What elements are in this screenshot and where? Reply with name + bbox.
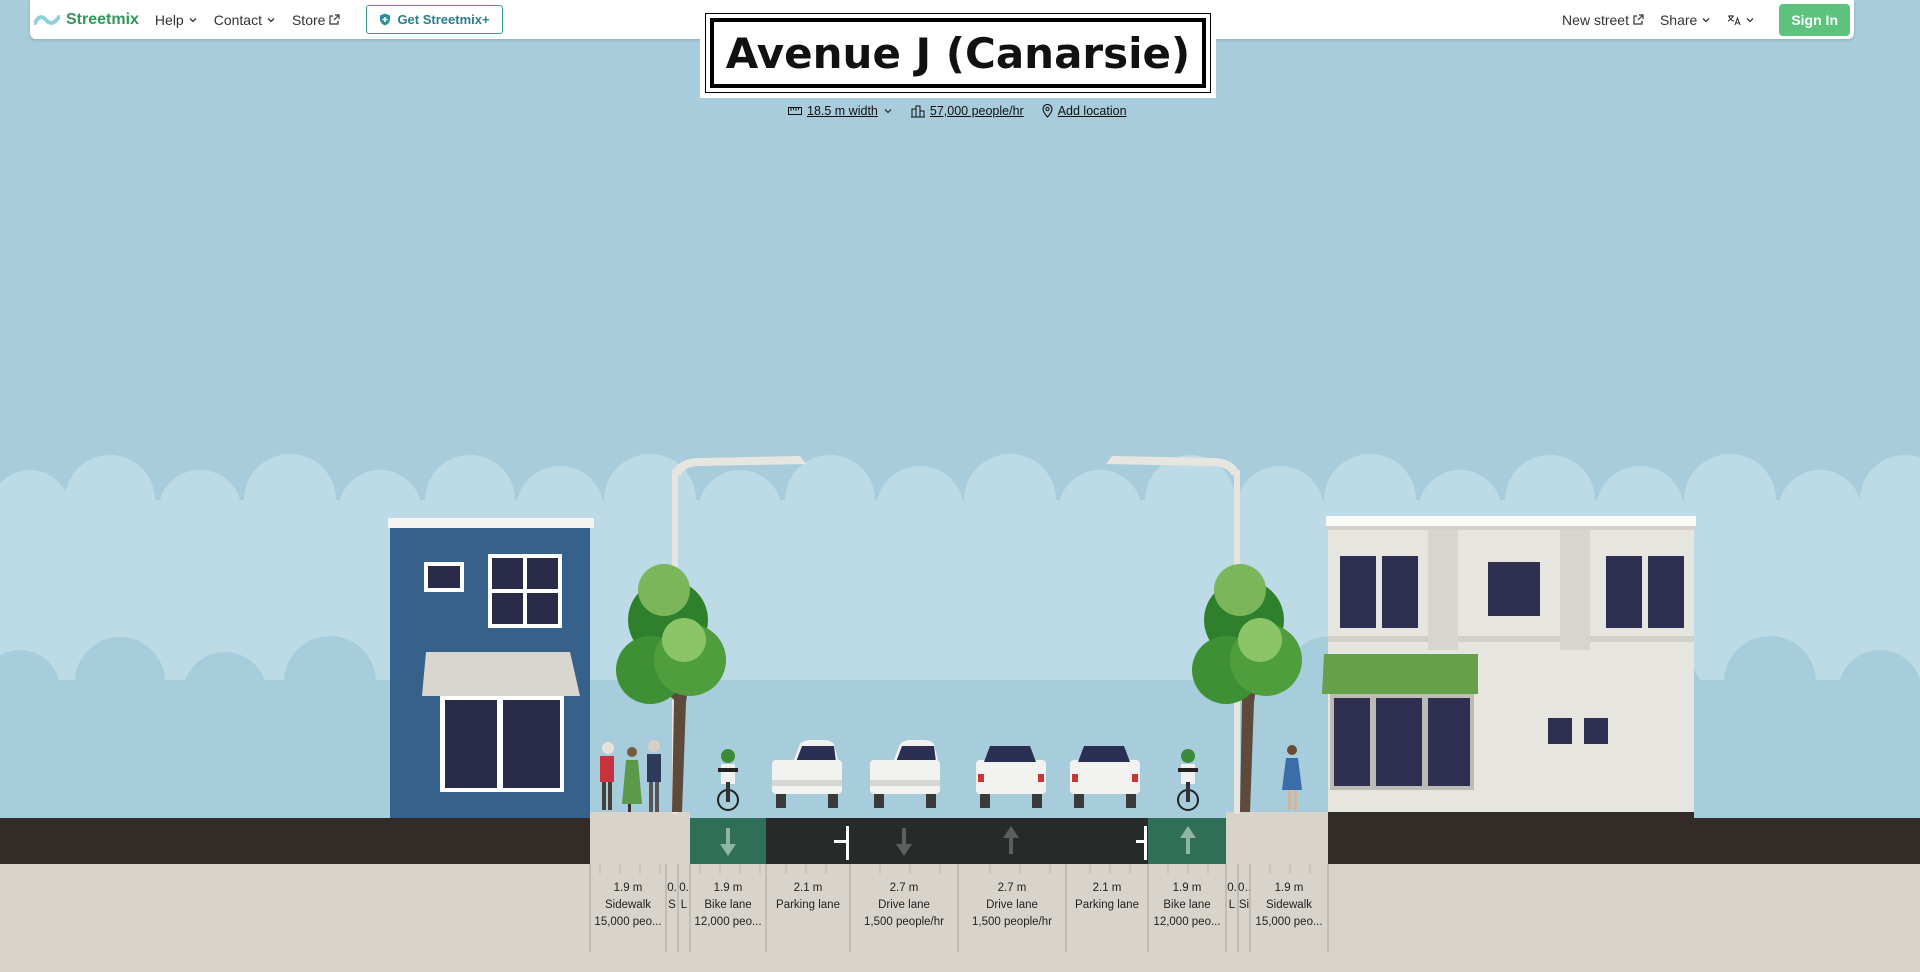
segment-width: 2.7 m	[889, 882, 919, 894]
segment-width: 0.	[679, 882, 689, 894]
streetmix-logo[interactable]: Streetmix	[34, 11, 139, 29]
add-location-label: Add location	[1057, 104, 1127, 118]
streetmix-logo-icon	[34, 14, 60, 25]
street-capacity[interactable]: 57,000 people/hr	[910, 104, 1024, 118]
get-plus-label: Get Streetmix+	[397, 12, 490, 27]
segment-type: S	[668, 899, 676, 911]
segment-bike-lane-left[interactable]: 1.9 m Bike lane 12,000 peo...	[690, 880, 766, 931]
external-link-icon	[329, 14, 341, 25]
shield-plus-icon	[380, 13, 391, 26]
segment-parking-lane-left[interactable]: 2.1 m Parking lane	[766, 880, 850, 914]
segment-width: 2.7 m	[997, 882, 1027, 894]
segment-type: Drive lane	[878, 899, 930, 911]
segment-width: 1.9 m	[1172, 882, 1202, 894]
share-label: Share	[1659, 11, 1698, 28]
segment-type: Bike lane	[704, 899, 752, 911]
contact-menu[interactable]: Contact	[214, 12, 286, 28]
sign-in-button[interactable]: Sign In	[1779, 3, 1850, 36]
segment-small-4[interactable]: 0.4 Si	[1238, 880, 1250, 914]
segment-drive-lane-right[interactable]: 2.7 m Drive lane 1,500 people/hr	[958, 880, 1066, 931]
segment-width: 0.	[1227, 882, 1237, 894]
map-pin-icon	[1042, 104, 1053, 118]
app-name: Streetmix	[66, 10, 139, 28]
segment-drive-lane-left[interactable]: 2.7 m Drive lane 1,500 people/hr	[850, 880, 958, 931]
segment-width: 1.9 m	[1274, 882, 1304, 894]
segment-width: 0.	[667, 882, 677, 894]
store-label: Store	[291, 11, 326, 28]
ruler-icon	[788, 107, 802, 115]
segment-small-2[interactable]: 0. L	[678, 880, 690, 914]
street-metadata: 18.5 m width 57,000 people/hr Add locati…	[788, 104, 1127, 118]
segment-sidewalk-left[interactable]: 1.9 m Sidewalk 15,000 peo...	[590, 880, 666, 931]
chevron-down-icon	[267, 17, 275, 22]
get-streetmix-plus-button[interactable]: Get Streetmix+	[366, 5, 503, 34]
store-link[interactable]: Store	[292, 12, 350, 28]
buildings-icon	[910, 105, 925, 117]
street-scene	[0, 0, 1920, 972]
segment-type: Drive lane	[986, 899, 1038, 911]
segment-type: Sidewalk	[604, 899, 652, 911]
segment-type: Parking lane	[776, 899, 840, 911]
segment-type: Bike lane	[1163, 899, 1211, 911]
chevron-down-icon	[1746, 17, 1754, 22]
capacity-value: 57,000 people/hr	[929, 104, 1024, 118]
nav-left: Streetmix Help Contact Store Get Streetm…	[30, 0, 503, 39]
segment-width: 1.9 m	[613, 882, 643, 894]
segment-parking-lane-right[interactable]: 2.1 m Parking lane	[1066, 880, 1148, 914]
sidewalk-left	[590, 812, 690, 864]
segment-width: 1.9 m	[713, 882, 743, 894]
segment-capacity: 12,000 peo...	[1153, 916, 1221, 928]
building-right	[1322, 516, 1696, 818]
help-label: Help	[154, 11, 184, 28]
street-name-sign[interactable]: Avenue J (Canarsie)	[706, 14, 1210, 92]
segment-small-1[interactable]: 0. S	[666, 880, 678, 914]
segment-capacity: 1,500 people/hr	[864, 916, 944, 928]
segment-width: 2.1 m	[793, 882, 823, 894]
help-menu[interactable]: Help	[155, 12, 208, 28]
contact-label: Contact	[213, 11, 262, 28]
language-menu[interactable]	[1727, 14, 1765, 26]
segment-type: Si	[1238, 899, 1250, 911]
segment-capacity: 15,000 peo...	[594, 916, 662, 928]
segment-width: 2.1 m	[1092, 882, 1122, 894]
street-width: 18.5 m width	[807, 104, 878, 118]
add-location-button[interactable]: Add location	[1042, 104, 1127, 118]
segment-bike-lane-right[interactable]: 1.9 m Bike lane 12,000 peo...	[1148, 880, 1226, 931]
external-link-icon	[1633, 14, 1644, 25]
sidewalk-right	[1226, 812, 1328, 864]
segment-width: 0.4	[1238, 882, 1250, 894]
chevron-down-icon	[189, 17, 197, 22]
segment-type: L	[1228, 899, 1236, 911]
roadway	[766, 818, 1148, 864]
segment-capacity: 12,000 peo...	[694, 916, 762, 928]
street-name: Avenue J (Canarsie)	[725, 28, 1191, 78]
chevron-down-icon	[1702, 17, 1710, 22]
segment-sidewalk-right[interactable]: 1.9 m Sidewalk 15,000 peo...	[1250, 880, 1328, 931]
segment-labels: 1.9 m Sidewalk 15,000 peo... 0. S 0. L 1…	[0, 880, 1920, 960]
chevron-down-icon	[884, 109, 892, 114]
street-width-control[interactable]: 18.5 m width	[788, 104, 893, 118]
new-street-label: New street	[1562, 11, 1629, 28]
segment-capacity: 1,500 people/hr	[972, 916, 1052, 928]
translate-icon	[1728, 14, 1741, 25]
segment-type: L	[680, 899, 688, 911]
nav-right: New street Share Sign In	[1562, 0, 1850, 39]
segment-capacity: 15,000 peo...	[1255, 916, 1323, 928]
share-menu[interactable]: Share	[1660, 12, 1721, 28]
new-street-link[interactable]: New street	[1562, 12, 1654, 28]
pedestrians-left	[600, 740, 661, 812]
segment-small-3[interactable]: 0. L	[1226, 880, 1238, 914]
segment-type: Sidewalk	[1265, 899, 1313, 911]
segment-type: Parking lane	[1075, 899, 1139, 911]
